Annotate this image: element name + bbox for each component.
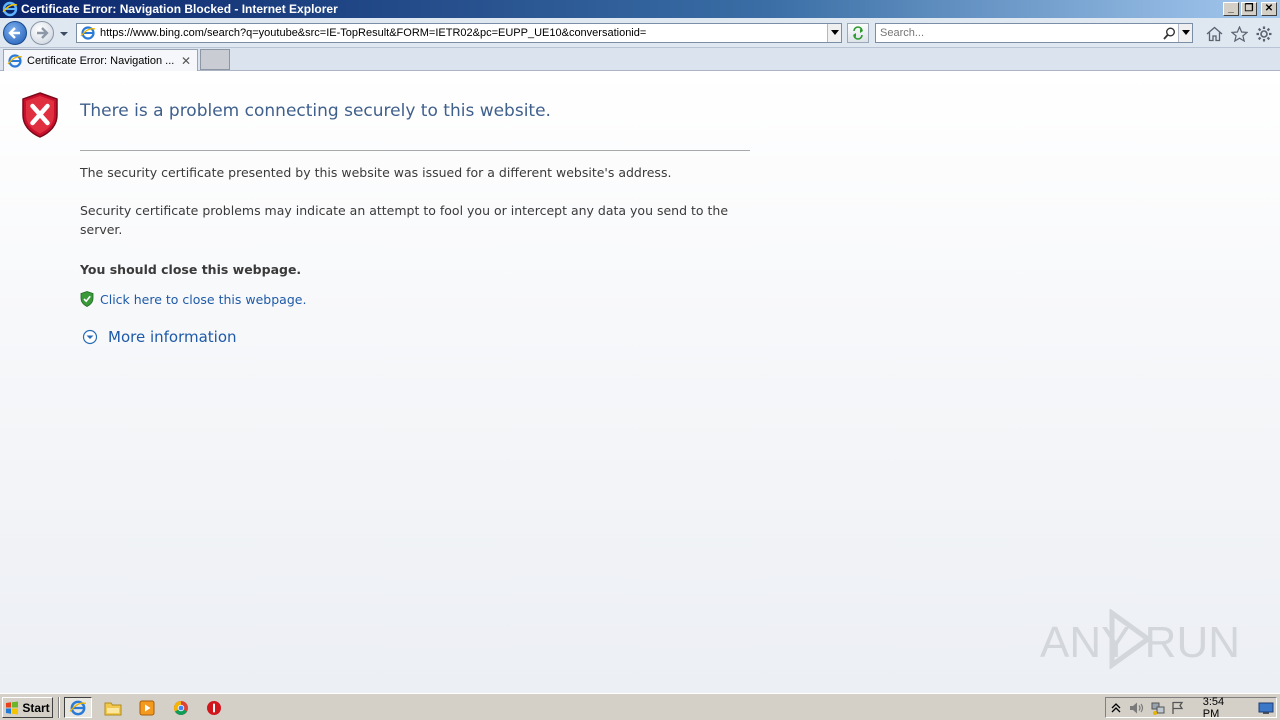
home-icon [1206, 26, 1222, 42]
more-information-toggle[interactable]: More information [82, 328, 237, 346]
tab-certificate-error[interactable]: Certificate Error: Navigation ... ✕ [3, 49, 198, 71]
taskbar-media-player[interactable] [133, 697, 161, 718]
green-shield-icon [80, 291, 94, 307]
error-page: There is a problem connecting securely t… [0, 71, 1280, 693]
flag-icon [1172, 701, 1184, 714]
favorites-button[interactable] [1230, 25, 1248, 43]
forward-button[interactable] [30, 21, 54, 45]
title-bar: Certificate Error: Navigation Blocked - … [0, 0, 1280, 18]
url-text[interactable]: https://www.bing.com/search?q=youtube&sr… [100, 27, 827, 39]
chevron-up-icon [1111, 702, 1121, 712]
favorites-icon [1230, 26, 1248, 42]
system-tray: 3:54 PM [1105, 696, 1277, 720]
clock[interactable]: 3:54 PM [1203, 696, 1242, 720]
speaker-icon [1130, 702, 1144, 713]
watermark-text-any: ANY [1040, 618, 1130, 667]
start-label: Start [22, 700, 50, 715]
chevron-down-icon [1181, 30, 1190, 35]
search-provider-dropdown[interactable] [1178, 24, 1192, 42]
volume-button[interactable] [1127, 700, 1148, 716]
back-icon [8, 27, 20, 39]
error-description: The security certificate presented by th… [80, 165, 672, 180]
home-button[interactable] [1205, 25, 1223, 43]
search-button[interactable] [1160, 24, 1178, 42]
search-icon [1162, 27, 1175, 40]
windows-logo-icon [6, 701, 19, 714]
chrome-icon [174, 700, 188, 715]
address-bar[interactable]: https://www.bing.com/search?q=youtube&sr… [76, 23, 842, 43]
refresh-button[interactable] [847, 23, 869, 43]
back-button[interactable] [3, 21, 27, 45]
tab-strip: Certificate Error: Navigation ... ✕ [0, 48, 1280, 71]
network-button[interactable] [1147, 700, 1168, 716]
action-center-button[interactable] [1168, 700, 1189, 716]
search-box[interactable] [875, 23, 1193, 43]
new-tab-button[interactable] [200, 49, 230, 70]
taskbar-stop-app[interactable] [200, 697, 228, 718]
stop-icon [207, 700, 221, 715]
refresh-icon [853, 26, 863, 40]
anyrun-watermark: ANY RUN [1040, 608, 1240, 670]
show-desktop-button[interactable] [1255, 700, 1276, 716]
page-icon [80, 26, 96, 40]
error-headline: There is a problem connecting securely t… [80, 101, 551, 121]
recommendation-text: You should close this webpage. [80, 262, 302, 277]
show-hidden-icons-button[interactable] [1106, 700, 1127, 716]
restore-button[interactable]: ❐ [1241, 2, 1257, 16]
divider [80, 150, 750, 151]
media-player-icon [139, 700, 155, 715]
search-input[interactable] [876, 24, 1160, 42]
taskbar-internet-explorer[interactable] [64, 697, 92, 718]
internet-explorer-icon [2, 1, 18, 17]
address-dropdown-button[interactable] [827, 24, 841, 42]
taskbar-file-explorer[interactable] [99, 697, 127, 718]
tools-button[interactable] [1255, 25, 1273, 43]
error-warning: Security certificate problems may indica… [80, 203, 729, 237]
tab-title: Certificate Error: Navigation ... [27, 54, 175, 67]
chevron-down-icon [830, 30, 839, 35]
expand-icon [82, 329, 98, 345]
taskbar: Start 3:54 PM [0, 693, 1280, 720]
close-tab-button[interactable]: ✕ [179, 54, 193, 68]
desktop-icon [1258, 702, 1274, 714]
taskbar-separator [58, 697, 60, 718]
navigation-bar: https://www.bing.com/search?q=youtube&sr… [0, 18, 1280, 48]
internet-explorer-icon [69, 700, 87, 715]
tools-icon [1256, 26, 1272, 42]
error-shield-icon [22, 92, 58, 138]
forward-icon [37, 27, 49, 39]
window-title: Certificate Error: Navigation Blocked - … [21, 2, 338, 16]
close-webpage-row: Click here to close this webpage. [80, 291, 306, 307]
start-button[interactable]: Start [2, 697, 53, 718]
watermark-logo: ANY RUN [1040, 608, 1240, 670]
file-explorer-icon [104, 702, 122, 715]
recent-pages-dropdown-icon[interactable] [58, 28, 70, 40]
network-icon [1151, 702, 1165, 715]
close-webpage-link[interactable]: Click here to close this webpage. [100, 292, 306, 307]
close-window-button[interactable]: ✕ [1261, 2, 1277, 16]
minimize-button[interactable]: _ [1223, 2, 1239, 16]
watermark-text-run: RUN [1145, 618, 1240, 667]
internet-explorer-icon [7, 53, 23, 68]
more-information-link[interactable]: More information [108, 328, 237, 346]
taskbar-chrome[interactable] [167, 697, 195, 718]
